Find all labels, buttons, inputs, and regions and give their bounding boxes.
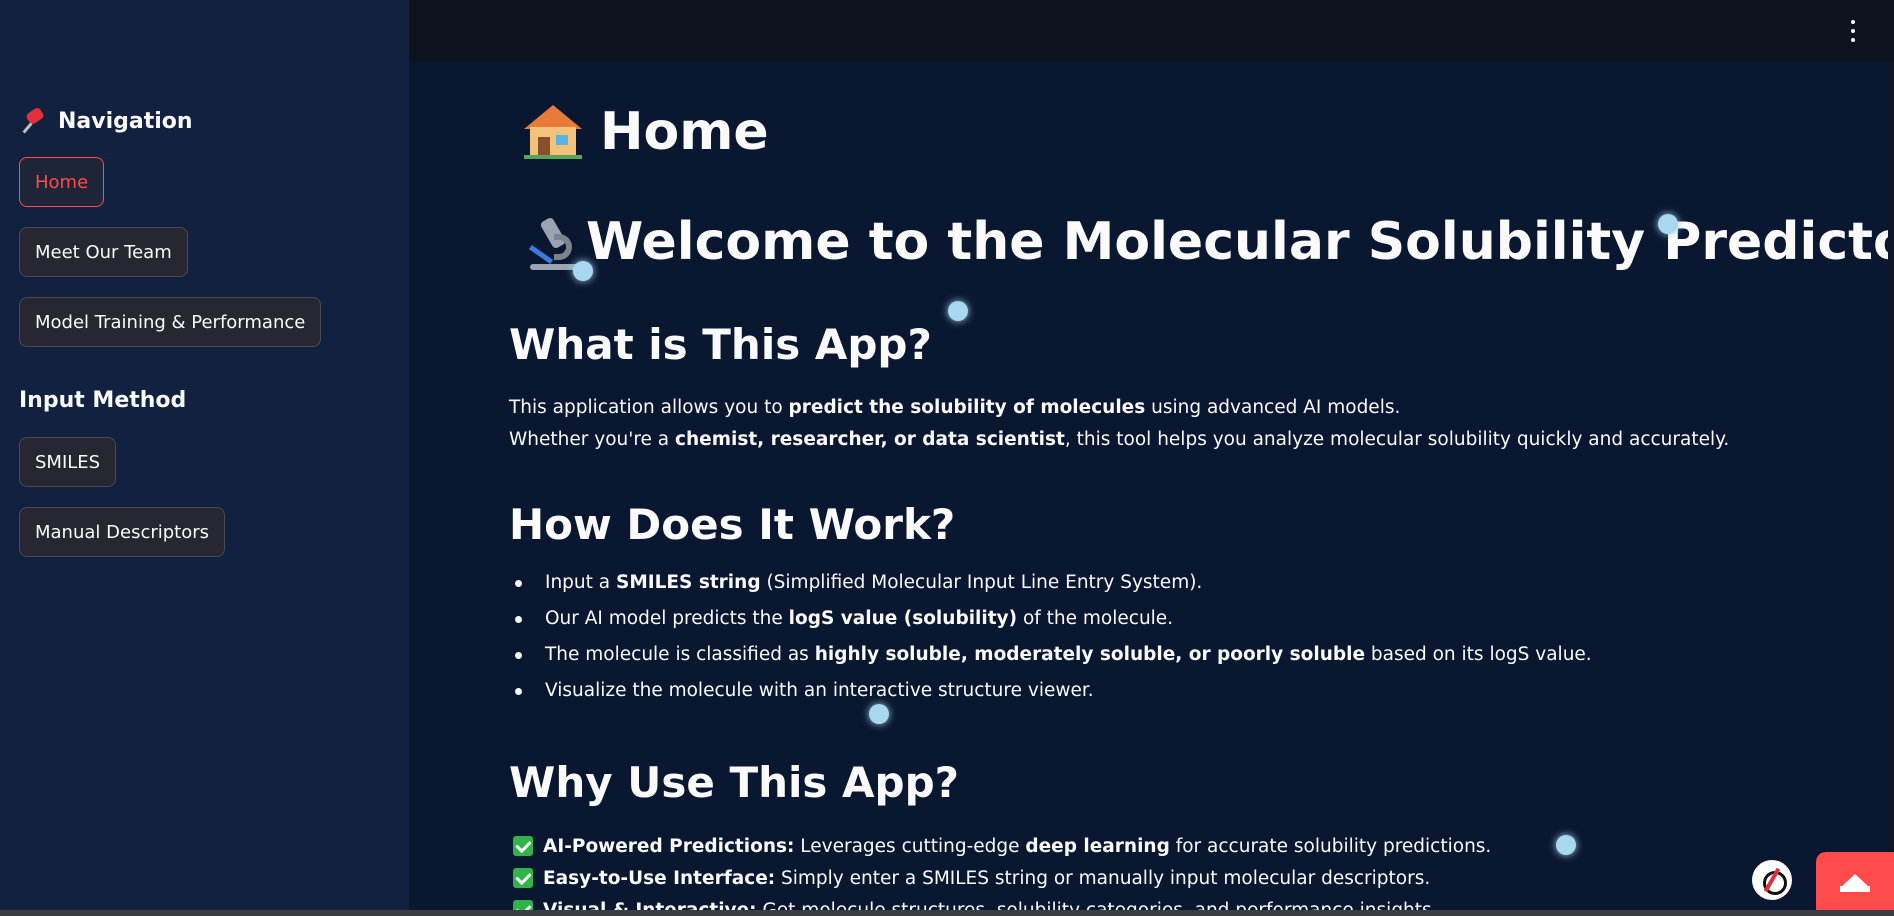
what-line-1-bold: predict the solubility of molecules [788, 397, 1146, 418]
streamlit-crown-button[interactable] [1816, 852, 1894, 916]
what-line-1-pre: This application allows you to [509, 397, 789, 418]
check-item-bold2: deep learning [1025, 835, 1170, 857]
what-line-2: Whether you're a chemist, researcher, or… [509, 424, 1729, 456]
sidebar: Navigation Home Meet Our Team Model Trai… [0, 0, 409, 916]
list-item-pre: Input a [545, 572, 617, 593]
record-badge-icon[interactable] [1752, 860, 1792, 900]
main-content: Home Welcome to the Molecular Solubility… [409, 62, 1894, 916]
what-line-2-pre: Whether you're a [509, 429, 676, 450]
list-item: Visualize the molecule with an interacti… [509, 673, 1592, 709]
input-manual-descriptors-button[interactable]: Manual Descriptors [19, 507, 226, 557]
what-line-1-post: using advanced AI models. [1145, 397, 1401, 418]
why-list: AI-Powered Predictions: Leverages cuttin… [513, 830, 1491, 916]
what-heading: What is This App? [509, 320, 932, 369]
list-item: The molecule is classified as highly sol… [509, 637, 1592, 673]
floating-dot [573, 261, 593, 281]
microscope-icon [524, 214, 582, 270]
how-list: Input a SMILES string (Simplified Molecu… [509, 565, 1592, 709]
pushpin-icon [22, 108, 48, 134]
checkmark-icon [513, 836, 533, 856]
floating-dot [869, 704, 889, 724]
check-item-pre: Leverages cutting-edge [794, 835, 1026, 857]
list-item-bold: SMILES string [616, 572, 761, 593]
input-method-heading: Input Method [19, 388, 187, 413]
what-line-2-bold: chemist, researcher, or data scientist [675, 429, 1065, 450]
vertical-scrollbar[interactable] [1888, 62, 1894, 910]
list-item-pre: Visualize the molecule with an interacti… [545, 680, 1094, 701]
list-item-post: (Simplified Molecular Input Line Entry S… [760, 572, 1203, 593]
navigation-heading: Navigation [22, 108, 193, 134]
top-toolbar [409, 0, 1894, 62]
check-item-post: for accurate solubility predictions. [1169, 835, 1492, 857]
list-item-bold: logS value (solubility) [788, 608, 1018, 629]
list-item: Input a SMILES string (Simplified Molecu… [509, 565, 1592, 601]
how-heading: How Does It Work? [509, 500, 956, 549]
why-heading: Why Use This App? [509, 758, 960, 807]
horizontal-scrollbar[interactable] [0, 910, 1894, 916]
check-item-pre: Simply enter a SMILES string or manually… [775, 867, 1431, 889]
list-item-post: of the molecule. [1017, 608, 1174, 629]
floating-dot [1658, 214, 1678, 234]
nav-meet-our-team-button[interactable]: Meet Our Team [19, 227, 188, 277]
list-item-post: based on its logS value. [1365, 644, 1592, 665]
check-item: Easy-to-Use Interface: Simply enter a SM… [513, 862, 1491, 894]
nav-model-training-button[interactable]: Model Training & Performance [19, 297, 322, 347]
crown-icon [1840, 874, 1870, 894]
navigation-heading-label: Navigation [58, 108, 193, 134]
list-item-pre: The molecule is classified as [545, 644, 815, 665]
check-item-bold: AI-Powered Predictions: [543, 835, 795, 857]
input-smiles-button[interactable]: SMILES [19, 437, 117, 487]
list-item: Our AI model predicts the logS value (so… [509, 601, 1592, 637]
list-item-pre: Our AI model predicts the [545, 608, 789, 629]
checkmark-icon [513, 868, 533, 888]
main-menu-icon[interactable] [1848, 20, 1858, 42]
floating-dot [948, 301, 968, 321]
nav-home-button[interactable]: Home [19, 157, 105, 207]
list-item-bold: highly soluble, moderately soluble, or p… [814, 644, 1365, 665]
what-line-2-post: , this tool helps you analyze molecular … [1064, 429, 1730, 450]
what-line-1: This application allows you to predict t… [509, 392, 1400, 424]
page-title-text: Home [600, 102, 769, 162]
check-item: AI-Powered Predictions: Leverages cuttin… [513, 830, 1491, 862]
house-icon [524, 105, 582, 159]
page-title: Home [524, 102, 769, 162]
floating-dot [1556, 835, 1576, 855]
welcome-heading-text: Welcome to the Molecular Solubility Pred… [586, 212, 1894, 272]
welcome-heading: Welcome to the Molecular Solubility Pred… [524, 212, 1894, 272]
check-item-bold: Easy-to-Use Interface: [543, 867, 776, 889]
